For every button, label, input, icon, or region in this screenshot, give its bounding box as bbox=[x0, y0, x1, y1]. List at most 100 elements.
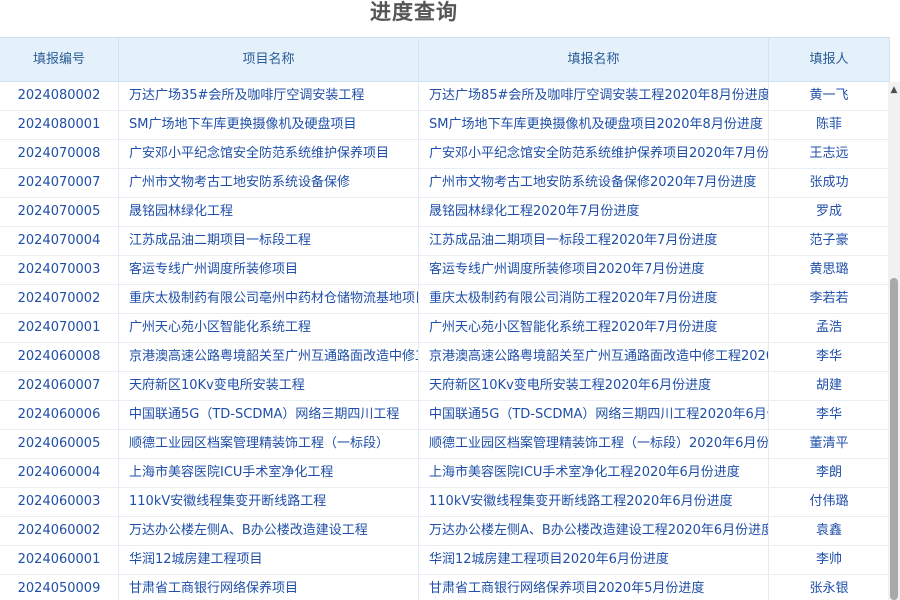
table-row[interactable]: 2024060006 中国联通5G（TD-SCDMA）网络三期四川工程 中国联通5G… bbox=[0, 401, 890, 430]
project-name-cell: 上海市美容医院ICU手术室净化工程 bbox=[119, 459, 419, 487]
report-no-cell: 2024060003 bbox=[0, 488, 119, 516]
report-name-cell: 天府新区10Kv变电所安装工程2020年6月份进度 bbox=[419, 372, 769, 400]
report-no-cell: 2024060008 bbox=[0, 343, 119, 371]
project-name-cell: 中国联通5G（TD-SCDMA）网络三期四川工程 bbox=[119, 401, 419, 429]
reporter-cell: 陈菲 bbox=[769, 111, 890, 139]
project-name-cell: 广州市文物考古工地安防系统设备保修 bbox=[119, 169, 419, 197]
reporter-cell: 李若若 bbox=[769, 285, 890, 313]
reporter-cell: 李帅 bbox=[769, 546, 890, 574]
table-row[interactable]: 2024060002 万达办公楼左侧A、B办公楼改造建设工程 万达办公楼左侧A、B办… bbox=[0, 517, 890, 546]
page-title: 进度查询 bbox=[370, 0, 458, 24]
reporter-cell: 罗成 bbox=[769, 198, 890, 226]
table-row[interactable]: 2024070004 江苏成品油二期项目一标段工程 江苏成品油二期项目一标段工程20… bbox=[0, 227, 890, 256]
reporter-cell: 孟浩 bbox=[769, 314, 890, 342]
project-name-cell: 华润12城房建工程项目 bbox=[119, 546, 419, 574]
report-no-cell: 2024060002 bbox=[0, 517, 119, 545]
column-header-report-name[interactable]: 填报名称 bbox=[419, 38, 769, 82]
report-name-cell: 广安邓小平纪念馆安全防范系统维护保养项目2020年7月份进度 bbox=[419, 140, 769, 168]
table-header: 填报编号 项目名称 填报名称 填报人 bbox=[0, 37, 890, 82]
report-name-cell: SM广场地下车库更换摄像机及硬盘项目2020年8月份进度 bbox=[419, 111, 769, 139]
report-no-cell: 2024070007 bbox=[0, 169, 119, 197]
report-name-cell: 广州天心苑小区智能化系统工程2020年7月份进度 bbox=[419, 314, 769, 342]
report-name-cell: 万达广场85#会所及咖啡厅空调安装工程2020年8月份进度 bbox=[419, 82, 769, 110]
project-name-cell: 重庆太极制药有限公司亳州中药材仓储物流基地项目 bbox=[119, 285, 419, 313]
report-name-cell: 广州市文物考古工地安防系统设备保修2020年7月份进度 bbox=[419, 169, 769, 197]
report-name-cell: 晟铭园林绿化工程2020年7月份进度 bbox=[419, 198, 769, 226]
table-row[interactable]: 2024060008 京港澳高速公路粤境韶关至广州互通路面改造中修工程 京港澳高速公… bbox=[0, 343, 890, 372]
table-row[interactable]: 2024070007 广州市文物考古工地安防系统设备保修 广州市文物考古工地安防系统… bbox=[0, 169, 890, 198]
reporter-cell: 李华 bbox=[769, 343, 890, 371]
table-row[interactable]: 2024080001 SM广场地下车库更换摄像机及硬盘项目 SM广场地下车库更换摄像… bbox=[0, 111, 890, 140]
project-name-cell: 晟铭园林绿化工程 bbox=[119, 198, 419, 226]
project-name-cell: 110kV安徽线程集变开断线路工程 bbox=[119, 488, 419, 516]
report-no-cell: 2024080002 bbox=[0, 82, 119, 110]
report-name-cell: 110kV安徽线程集变开断线路工程2020年6月份进度 bbox=[419, 488, 769, 516]
project-name-cell: SM广场地下车库更换摄像机及硬盘项目 bbox=[119, 111, 419, 139]
reporter-cell: 付伟璐 bbox=[769, 488, 890, 516]
reporter-cell: 黄一飞 bbox=[769, 82, 890, 110]
report-no-cell: 2024060005 bbox=[0, 430, 119, 458]
column-header-project-name[interactable]: 项目名称 bbox=[119, 38, 419, 82]
report-name-cell: 重庆太极制药有限公司消防工程2020年7月份进度 bbox=[419, 285, 769, 313]
report-no-cell: 2024060001 bbox=[0, 546, 119, 574]
reporter-cell: 范子豪 bbox=[769, 227, 890, 255]
report-no-cell: 2024080001 bbox=[0, 111, 119, 139]
report-name-cell: 江苏成品油二期项目一标段工程2020年7月份进度 bbox=[419, 227, 769, 255]
reporter-cell: 王志远 bbox=[769, 140, 890, 168]
reporter-cell: 黄思璐 bbox=[769, 256, 890, 284]
report-no-cell: 2024060004 bbox=[0, 459, 119, 487]
project-name-cell: 万达办公楼左侧A、B办公楼改造建设工程 bbox=[119, 517, 419, 545]
report-no-cell: 2024060007 bbox=[0, 372, 119, 400]
reporter-cell: 胡建 bbox=[769, 372, 890, 400]
project-name-cell: 广州天心苑小区智能化系统工程 bbox=[119, 314, 419, 342]
progress-table: 填报编号 项目名称 填报名称 填报人 2024080002 万达广场35#会所及咖… bbox=[0, 37, 890, 600]
table-row[interactable]: 2024070003 客运专线广州调度所装修项目 客运专线广州调度所装修项目2020… bbox=[0, 256, 890, 285]
scroll-up-arrow-icon[interactable]: ▲ bbox=[888, 84, 900, 96]
report-name-cell: 顺德工业园区档案管理精装饰工程（一标段）2020年6月份进度 bbox=[419, 430, 769, 458]
project-name-cell: 万达广场35#会所及咖啡厅空调安装工程 bbox=[119, 82, 419, 110]
table-row[interactable]: 2024060003 110kV安徽线程集变开断线路工程 110kV安徽线程集变开断… bbox=[0, 488, 890, 517]
reporter-cell: 李华 bbox=[769, 401, 890, 429]
column-header-reporter[interactable]: 填报人 bbox=[769, 38, 890, 82]
vertical-scrollbar[interactable]: ▲ bbox=[888, 82, 900, 600]
table-row[interactable]: 2024070005 晟铭园林绿化工程 晟铭园林绿化工程2020年7月份进度 罗成 bbox=[0, 198, 890, 227]
reporter-cell: 张成功 bbox=[769, 169, 890, 197]
project-name-cell: 顺德工业园区档案管理精装饰工程（一标段） bbox=[119, 430, 419, 458]
report-name-cell: 客运专线广州调度所装修项目2020年7月份进度 bbox=[419, 256, 769, 284]
table-row[interactable]: 2024070008 广安邓小平纪念馆安全防范系统维护保养项目 广安邓小平纪念馆安全… bbox=[0, 140, 890, 169]
project-name-cell: 甘肃省工商银行网络保养项目 bbox=[119, 575, 419, 600]
report-name-cell: 万达办公楼左侧A、B办公楼改造建设工程2020年6月份进度 bbox=[419, 517, 769, 545]
table-row[interactable]: 2024050009 甘肃省工商银行网络保养项目 甘肃省工商银行网络保养项目2020… bbox=[0, 575, 890, 600]
table-row[interactable]: 2024070002 重庆太极制药有限公司亳州中药材仓储物流基地项目 重庆太极制药有… bbox=[0, 285, 890, 314]
table-row[interactable]: 2024080002 万达广场35#会所及咖啡厅空调安装工程 万达广场85#会所及咖… bbox=[0, 82, 890, 111]
report-no-cell: 2024070001 bbox=[0, 314, 119, 342]
column-header-report-no[interactable]: 填报编号 bbox=[0, 38, 119, 82]
report-no-cell: 2024070003 bbox=[0, 256, 119, 284]
table-body: 2024080002 万达广场35#会所及咖啡厅空调安装工程 万达广场85#会所及咖… bbox=[0, 82, 890, 600]
reporter-cell: 李朗 bbox=[769, 459, 890, 487]
project-name-cell: 广安邓小平纪念馆安全防范系统维护保养项目 bbox=[119, 140, 419, 168]
table-row[interactable]: 2024060007 天府新区10Kv变电所安装工程 天府新区10Kv变电所安装工程… bbox=[0, 372, 890, 401]
project-name-cell: 天府新区10Kv变电所安装工程 bbox=[119, 372, 419, 400]
reporter-cell: 张永银 bbox=[769, 575, 890, 600]
report-no-cell: 2024070004 bbox=[0, 227, 119, 255]
report-name-cell: 中国联通5G（TD-SCDMA）网络三期四川工程2020年6月份进度 bbox=[419, 401, 769, 429]
report-name-cell: 上海市美容医院ICU手术室净化工程2020年6月份进度 bbox=[419, 459, 769, 487]
report-no-cell: 2024050009 bbox=[0, 575, 119, 600]
project-name-cell: 江苏成品油二期项目一标段工程 bbox=[119, 227, 419, 255]
table-row[interactable]: 2024060001 华润12城房建工程项目 华润12城房建工程项目2020年6月份… bbox=[0, 546, 890, 575]
project-name-cell: 客运专线广州调度所装修项目 bbox=[119, 256, 419, 284]
reporter-cell: 董清平 bbox=[769, 430, 890, 458]
scroll-thumb[interactable] bbox=[890, 278, 898, 600]
table-row[interactable]: 2024060004 上海市美容医院ICU手术室净化工程 上海市美容医院ICU手术室… bbox=[0, 459, 890, 488]
report-name-cell: 华润12城房建工程项目2020年6月份进度 bbox=[419, 546, 769, 574]
reporter-cell: 袁鑫 bbox=[769, 517, 890, 545]
report-no-cell: 2024070002 bbox=[0, 285, 119, 313]
report-no-cell: 2024070005 bbox=[0, 198, 119, 226]
report-name-cell: 甘肃省工商银行网络保养项目2020年5月份进度 bbox=[419, 575, 769, 600]
table-row[interactable]: 2024070001 广州天心苑小区智能化系统工程 广州天心苑小区智能化系统工程20… bbox=[0, 314, 890, 343]
report-no-cell: 2024070008 bbox=[0, 140, 119, 168]
project-name-cell: 京港澳高速公路粤境韶关至广州互通路面改造中修工程 bbox=[119, 343, 419, 371]
table-row[interactable]: 2024060005 顺德工业园区档案管理精装饰工程（一标段） 顺德工业园区档案管理… bbox=[0, 430, 890, 459]
report-name-cell: 京港澳高速公路粤境韶关至广州互通路面改造中修工程2020年6月份进度 bbox=[419, 343, 769, 371]
